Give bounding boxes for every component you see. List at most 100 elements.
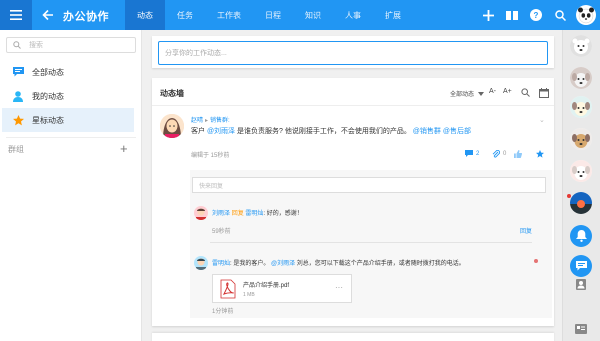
contact-avatar[interactable] xyxy=(570,67,592,89)
dog-avatar xyxy=(570,67,592,89)
comment-text: 刘总，您可以下载这个产品介绍手册，或者随时拨打我的电话。 xyxy=(295,261,465,267)
top-bar: 办公协作 动态 任务 工作表 日程 知识 人事 扩展 ? xyxy=(0,0,600,30)
add-button[interactable] xyxy=(476,0,500,30)
online-dot xyxy=(567,194,571,198)
sunset-avatar xyxy=(570,192,592,214)
attachment-size: 1 MB xyxy=(243,292,255,298)
main-nav: 动态 任务 工作表 日程 知识 人事 扩展 xyxy=(125,0,413,30)
dog-avatar-4 xyxy=(570,160,592,182)
comment-author-link[interactable]: 刘雨泽 xyxy=(212,211,230,217)
woman-avatar xyxy=(160,114,184,138)
font-smaller-button[interactable]: A- xyxy=(489,88,496,95)
contact-avatar[interactable] xyxy=(570,128,592,150)
tab-hr[interactable]: 人事 xyxy=(333,0,373,30)
attachment-card[interactable]: 产品介绍手册.pdf 1 MB ··· xyxy=(212,274,352,303)
sidebar-item-label: 星标动态 xyxy=(32,115,64,125)
contact-avatar[interactable] xyxy=(570,96,592,118)
mention-link[interactable]: @刘雨泽 xyxy=(271,261,295,267)
calendar-button[interactable] xyxy=(539,88,549,98)
attachment-name: 产品介绍手册.pdf xyxy=(243,283,290,289)
attachment-count-button[interactable]: 0 xyxy=(492,150,506,158)
bell-icon xyxy=(575,230,587,242)
post-author-link[interactable]: 赵晴 xyxy=(191,118,203,124)
search-placeholder: 搜索 xyxy=(29,42,43,49)
contact-avatar[interactable] xyxy=(570,160,592,182)
sidebar-item-label: 全部动态 xyxy=(32,67,64,77)
card-button[interactable] xyxy=(575,323,587,335)
post-menu-button[interactable]: ⌄ xyxy=(539,116,545,124)
post-author-avatar[interactable] xyxy=(160,114,184,138)
man-avatar xyxy=(194,256,208,270)
tab-worksheet[interactable]: 工作表 xyxy=(205,0,253,30)
reply-target-link[interactable]: 雷明灿 xyxy=(245,211,263,217)
tab-tasks[interactable]: 任务 xyxy=(165,0,205,30)
top-actions: ? xyxy=(476,0,600,30)
mention-link[interactable]: @刘雨泽 xyxy=(207,128,235,135)
card-icon xyxy=(575,324,587,334)
sidebar-search-input[interactable]: 搜索 xyxy=(6,37,136,53)
search-icon xyxy=(521,88,530,97)
tab-dynamics[interactable]: 动态 xyxy=(125,0,165,30)
search-button[interactable] xyxy=(548,0,572,30)
star-icon xyxy=(12,114,24,126)
share-input[interactable]: 分享你的工作动态... xyxy=(158,41,548,65)
post-header: 赵晴 ▸ 销售群: xyxy=(191,115,230,124)
tab-knowledge[interactable]: 知识 xyxy=(293,0,333,30)
tab-extensions[interactable]: 扩展 xyxy=(373,0,413,30)
post-text-part: 是谁负责服务? 他说刚接手工作，不会使用我们的产品。 xyxy=(235,128,413,135)
font-larger-button[interactable]: A+ xyxy=(503,88,512,95)
right-rail xyxy=(562,30,600,341)
comment-timestamp: 1分钟前 xyxy=(212,309,234,315)
app-title: 办公协作 xyxy=(63,11,109,23)
mention-link[interactable]: @销售群 xyxy=(413,128,441,135)
contacts-button[interactable] xyxy=(575,278,587,290)
feed-filter-dropdown[interactable]: 全部动态 xyxy=(450,89,484,98)
help-icon: ? xyxy=(530,9,542,21)
post-target-link[interactable]: 销售群: xyxy=(210,118,230,124)
back-button[interactable] xyxy=(40,7,56,23)
star-button[interactable] xyxy=(536,150,544,158)
search-icon xyxy=(554,9,566,21)
sidebar-item-label: 我的动态 xyxy=(32,91,64,101)
menu-button[interactable] xyxy=(0,0,32,30)
feed-header: 动态墙 全部动态 A- A+ xyxy=(152,78,554,106)
comment-2-body: 雷明灿: 是我的客户。 @刘雨泽 刘总，您可以下载这个产品介绍手册，或者随时拨打… xyxy=(212,258,465,267)
comment-count-button[interactable]: 2 xyxy=(465,150,479,157)
knowledge-button[interactable] xyxy=(500,0,524,30)
group-section-label: 群组 xyxy=(8,145,24,154)
commenter-avatar[interactable] xyxy=(194,256,208,270)
help-button[interactable]: ? xyxy=(524,0,548,30)
contact-avatar[interactable] xyxy=(570,35,592,57)
menu-icon xyxy=(10,10,22,20)
messages-button[interactable] xyxy=(570,255,592,277)
contact-avatar[interactable] xyxy=(570,192,592,214)
sidebar-item-starred[interactable]: 星标动态 xyxy=(2,108,134,132)
book-icon xyxy=(506,11,518,20)
post-timestamp: 编辑于 15秒前 xyxy=(191,153,230,159)
arrow-icon: ▸ xyxy=(205,118,209,124)
divider xyxy=(6,137,136,138)
sidebar-item-all[interactable]: 全部动态 xyxy=(2,60,134,84)
commenter-avatar[interactable] xyxy=(194,206,208,220)
reply-input[interactable]: 快来回复 xyxy=(192,177,546,193)
notifications-button[interactable] xyxy=(570,225,592,247)
thumbs-up-icon xyxy=(514,150,522,158)
sidebar-item-mine[interactable]: 我的动态 xyxy=(2,84,134,108)
feed-title: 动态墙 xyxy=(160,89,184,98)
pdf-icon xyxy=(220,279,236,299)
comment-section: 快来回复 刘雨泽 回复 雷明灿: 好的，感谢！ 59秒前 回复 雷明灿: 是我的… xyxy=(190,170,552,318)
attachment-more-button[interactable]: ··· xyxy=(335,283,343,292)
comment-author-link[interactable]: 雷明灿 xyxy=(212,261,230,267)
feed-search-button[interactable] xyxy=(521,88,531,98)
chevron-down-icon xyxy=(477,92,484,96)
calendar-icon xyxy=(539,88,549,98)
mention-link[interactable]: @售后部 xyxy=(443,128,471,135)
post-body: 客户 @刘雨泽 是谁负责服务? 他说刚接手工作，不会使用我们的产品。 @销售群 … xyxy=(191,126,471,136)
main-content: 分享你的工作动态... 动态墙 全部动态 A- A+ 赵晴▸销售群: 客户 xyxy=(142,30,562,341)
reply-button[interactable]: 回复 xyxy=(520,226,532,235)
unread-dot xyxy=(534,259,538,263)
add-group-button[interactable]: + xyxy=(120,141,128,156)
user-avatar[interactable] xyxy=(576,5,596,25)
like-button[interactable] xyxy=(514,150,522,158)
tab-calendar[interactable]: 日程 xyxy=(253,0,293,30)
